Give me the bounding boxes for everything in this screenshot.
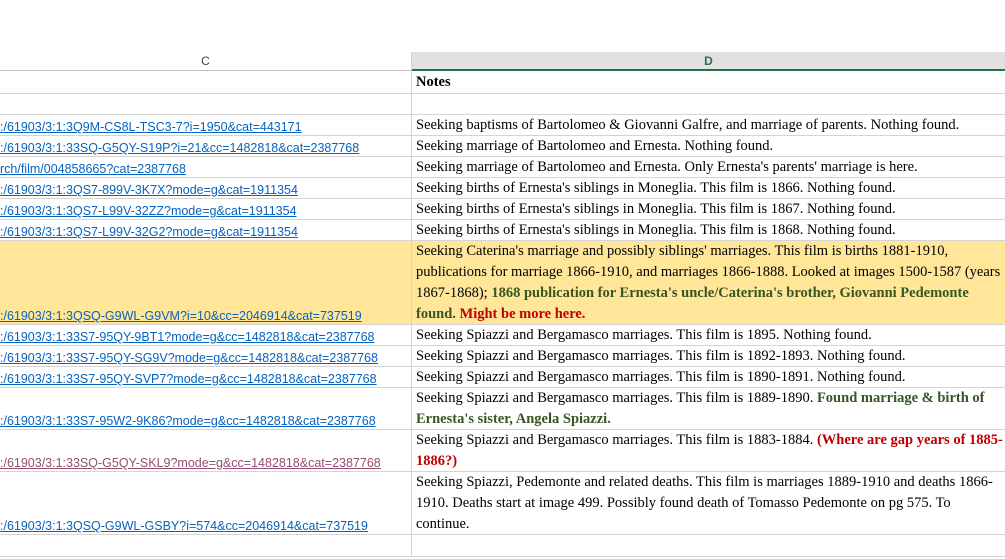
column-header-d[interactable]: D [412,52,1005,71]
note-text: Seeking marriage of Bartolomeo and Ernes… [416,159,918,175]
cell-c[interactable]: :/61903/3:1:3QSQ-G9WL-G9VM?i=10&cc=20469… [0,241,412,324]
column-header-c[interactable]: C [0,52,412,71]
cell-d[interactable]: Seeking marriage of Bartolomeo and Ernes… [412,136,1005,156]
cell-d[interactable]: Seeking baptisms of Bartolomeo & Giovann… [412,115,1005,135]
notes-header: Notes [416,74,451,90]
note-text: Seeking baptisms of Bartolomeo & Giovann… [416,117,960,133]
cell-c[interactable]: :/61903/3:1:3QSQ-G9WL-GSBY?i=574&cc=2046… [0,472,412,534]
cell-c[interactable]: :/61903/3:1:33SQ-G5QY-S19P?i=21&cc=14828… [0,136,412,156]
note-text: Seeking births of Ernesta's siblings in … [416,180,896,196]
cell-c[interactable]: :/61903/3:1:3QS7-899V-3K7X?mode=g&cat=19… [0,178,412,198]
film-link[interactable]: :/61903/3:1:3QSQ-G9WL-GSBY?i=574&cc=2046… [0,519,368,533]
cell-c[interactable]: :/61903/3:1:3Q9M-CS8L-TSC3-7?i=1950&cat=… [0,115,412,135]
cell-d[interactable]: Seeking Spiazzi and Bergamasco marriages… [412,430,1005,471]
table-row[interactable]: Notes [0,71,1005,94]
film-link-visited[interactable]: :/61903/3:1:33SQ-G5QY-SKL9?mode=g&cc=148… [0,456,381,470]
film-link[interactable]: :/61903/3:1:33S7-95QY-9BT1?mode=g&cc=148… [0,330,375,344]
film-link[interactable]: :/61903/3:1:3QS7-L99V-32G2?mode=g&cat=19… [0,225,298,239]
film-link[interactable]: :/61903/3:1:33S7-95QY-SG9V?mode=g&cc=148… [0,351,378,365]
table-row[interactable]: :/61903/3:1:33S7-95QY-9BT1?mode=g&cc=148… [0,325,1005,346]
note-text: Seeking births of Ernesta's siblings in … [416,222,896,238]
table-row-highlighted[interactable]: :/61903/3:1:3QSQ-G9WL-G9VM?i=10&cc=20469… [0,241,1005,325]
note-warning: Might be more here. [455,306,586,322]
table-row[interactable]: :/61903/3:1:33SQ-G5QY-S19P?i=21&cc=14828… [0,136,1005,157]
cell-c[interactable]: :/61903/3:1:33S7-95W2-9K86?mode=g&cc=148… [0,388,412,429]
note-text: Seeking Spiazzi and Bergamasco marriages… [416,348,906,364]
cell-c[interactable]: rch/film/004858665?cat=2387768 [0,157,412,177]
cell-c[interactable]: :/61903/3:1:33SQ-G5QY-SKL9?mode=g&cc=148… [0,430,412,471]
cell-c[interactable]: :/61903/3:1:3QS7-L99V-32G2?mode=g&cat=19… [0,220,412,240]
table-row[interactable]: :/61903/3:1:3Q9M-CS8L-TSC3-7?i=1950&cat=… [0,115,1005,136]
spreadsheet: C D Notes :/61903/3:1:3Q9M-CS8L-TSC3-7?i… [0,0,1005,559]
toolbar-area [0,0,1005,53]
table-row[interactable]: :/61903/3:1:33S7-95QY-SG9V?mode=g&cc=148… [0,346,1005,367]
cell-c[interactable]: :/61903/3:1:3QS7-L99V-32ZZ?mode=g&cat=19… [0,199,412,219]
note-text: Seeking Spiazzi and Bergamasco marriages… [416,388,1005,429]
note-plain: Seeking Spiazzi and Bergamasco marriages… [416,390,814,406]
cell-c[interactable] [0,71,412,93]
note-text: Seeking Caterina's marriage and possibly… [416,241,1005,324]
cell-c[interactable] [0,94,412,114]
cell-c[interactable] [0,535,412,556]
table-row[interactable]: rch/film/004858665?cat=2387768 Seeking m… [0,157,1005,178]
film-link[interactable]: :/61903/3:1:3QSQ-G9WL-G9VM?i=10&cc=20469… [0,309,362,323]
cell-d[interactable]: Seeking Spiazzi and Bergamasco marriages… [412,346,1005,366]
table-row[interactable]: :/61903/3:1:33SQ-G5QY-SKL9?mode=g&cc=148… [0,430,1005,472]
note-text: Seeking Spiazzi and Bergamasco marriages… [416,430,1005,471]
table-row[interactable] [0,535,1005,557]
cell-d[interactable]: Seeking Caterina's marriage and possibly… [412,241,1005,324]
table-row[interactable]: :/61903/3:1:33S7-95W2-9K86?mode=g&cc=148… [0,388,1005,430]
cell-d[interactable] [412,94,1005,114]
cell-d[interactable]: Seeking births of Ernesta's siblings in … [412,199,1005,219]
film-link[interactable]: :/61903/3:1:3QS7-899V-3K7X?mode=g&cat=19… [0,183,298,197]
note-text: Seeking Spiazzi and Bergamasco marriages… [416,369,906,385]
film-link[interactable]: rch/film/004858665?cat=2387768 [0,162,186,176]
table-row[interactable]: :/61903/3:1:3QS7-L99V-32ZZ?mode=g&cat=19… [0,199,1005,220]
cell-d[interactable]: Seeking Spiazzi and Bergamasco marriages… [412,325,1005,345]
cell-c[interactable]: :/61903/3:1:33S7-95QY-SG9V?mode=g&cc=148… [0,346,412,366]
cell-d[interactable]: Seeking births of Ernesta's siblings in … [412,220,1005,240]
film-link[interactable]: :/61903/3:1:3QS7-L99V-32ZZ?mode=g&cat=19… [0,204,297,218]
film-link[interactable]: :/61903/3:1:3Q9M-CS8L-TSC3-7?i=1950&cat=… [0,120,302,134]
note-text: Seeking marriage of Bartolomeo and Ernes… [416,138,774,154]
table-row[interactable] [0,94,1005,115]
film-link[interactable]: :/61903/3:1:33S7-95W2-9K86?mode=g&cc=148… [0,414,376,428]
cell-d[interactable]: Seeking births of Ernesta's siblings in … [412,178,1005,198]
cell-d[interactable]: Seeking marriage of Bartolomeo and Ernes… [412,157,1005,177]
cell-d[interactable]: Seeking Spiazzi, Pedemonte and related d… [412,472,1005,534]
table-row[interactable]: :/61903/3:1:3QS7-899V-3K7X?mode=g&cat=19… [0,178,1005,199]
film-link[interactable]: :/61903/3:1:33S7-95QY-SVP7?mode=g&cc=148… [0,372,377,386]
cell-d[interactable] [412,535,1005,556]
table-row[interactable]: :/61903/3:1:3QSQ-G9WL-GSBY?i=574&cc=2046… [0,472,1005,535]
cell-d[interactable]: Seeking Spiazzi and Bergamasco marriages… [412,367,1005,387]
cell-c[interactable]: :/61903/3:1:33S7-95QY-SVP7?mode=g&cc=148… [0,367,412,387]
table-row[interactable]: :/61903/3:1:3QS7-L99V-32G2?mode=g&cat=19… [0,220,1005,241]
cell-d[interactable]: Seeking Spiazzi and Bergamasco marriages… [412,388,1005,429]
cell-d[interactable]: Notes [412,71,1005,93]
note-text: Seeking Spiazzi, Pedemonte and related d… [416,474,993,532]
note-text: Seeking Spiazzi and Bergamasco marriages… [416,327,872,343]
film-link[interactable]: :/61903/3:1:33SQ-G5QY-S19P?i=21&cc=14828… [0,141,359,155]
table-row[interactable]: :/61903/3:1:33S7-95QY-SVP7?mode=g&cc=148… [0,367,1005,388]
note-text: Seeking births of Ernesta's siblings in … [416,201,896,217]
note-plain: Seeking Spiazzi and Bergamasco marriages… [416,432,814,448]
cell-c[interactable]: :/61903/3:1:33S7-95QY-9BT1?mode=g&cc=148… [0,325,412,345]
